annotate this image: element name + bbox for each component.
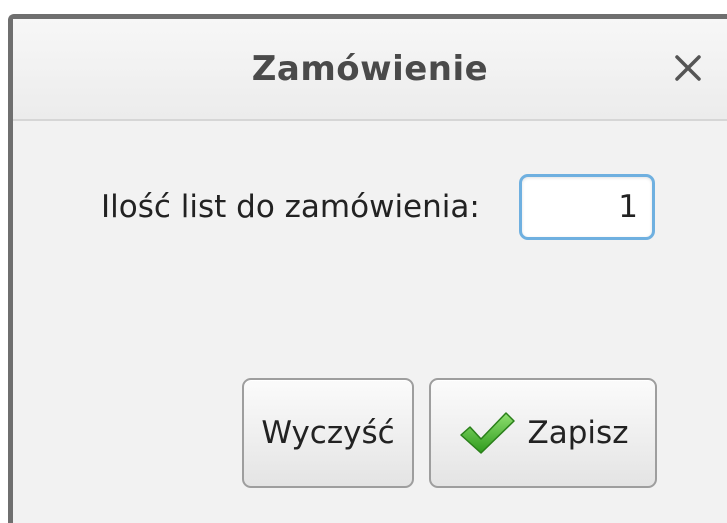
clear-button[interactable]: Wyczyść <box>242 378 414 488</box>
clear-button-label: Wyczyść <box>261 415 395 451</box>
save-button[interactable]: Zapisz <box>429 378 657 488</box>
quantity-input[interactable] <box>519 174 655 240</box>
dialog-titlebar: Zamówienie <box>13 19 727 121</box>
dialog-title: Zamówienie <box>251 49 489 89</box>
checkmark-icon <box>458 409 516 457</box>
save-button-label: Zapisz <box>527 415 629 451</box>
close-icon[interactable] <box>671 51 705 85</box>
order-dialog: Zamówienie Ilość list do zamówienia: Wyc… <box>8 14 727 523</box>
dialog-content: Ilość list do zamówienia: Wyczyść Zapisz <box>13 121 727 523</box>
quantity-label: Ilość list do zamówienia: <box>101 189 480 225</box>
